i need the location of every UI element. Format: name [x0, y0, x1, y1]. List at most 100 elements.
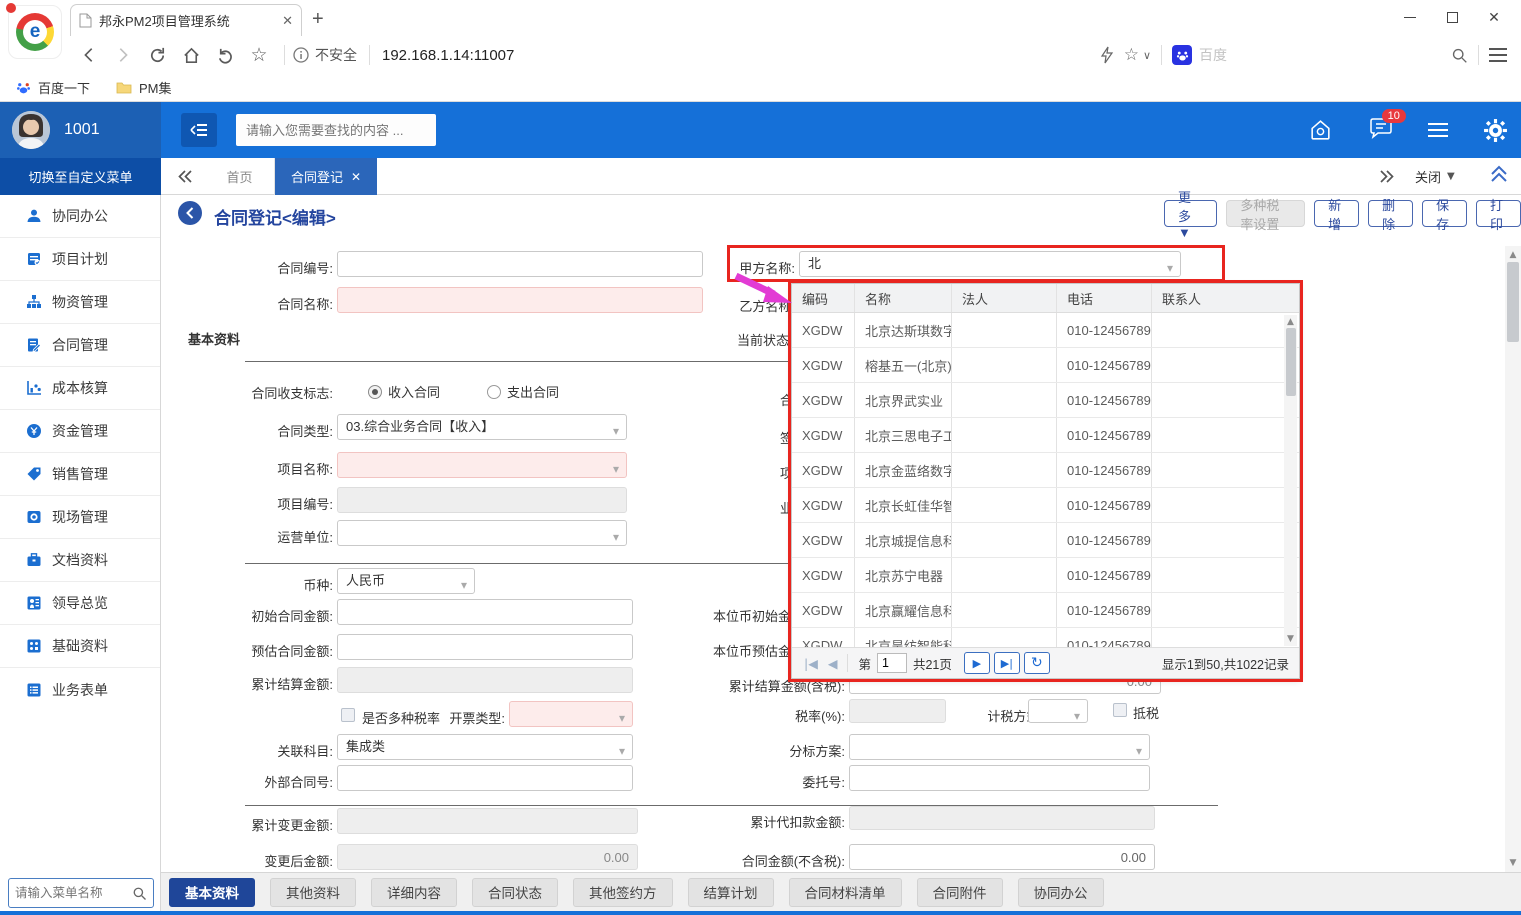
col-header-legal[interactable]: 法人 [951, 284, 1056, 312]
bottom-tab-status[interactable]: 合同状态 [472, 878, 558, 907]
home-icon[interactable] [174, 40, 208, 70]
messages-button[interactable]: 10 [1368, 117, 1394, 144]
bottom-tab-other-info[interactable]: 其他资料 [270, 878, 356, 907]
lookup-row[interactable]: XGDW北京界武实业010-124567896 [792, 383, 1299, 418]
portal-home-icon[interactable] [1308, 118, 1333, 143]
sidebar-item-contract[interactable]: 合同管理 [0, 324, 160, 367]
sidebar-item-material[interactable]: 物资管理 [0, 281, 160, 324]
collapse-icon[interactable] [1488, 162, 1518, 192]
baidu-label[interactable]: 百度 [1199, 45, 1227, 65]
sidebar-item-forms[interactable]: 业务表单 [0, 668, 160, 711]
lookup-row[interactable]: XGDW榕基五一(北京)信010-124567896 [792, 348, 1299, 383]
tabs-scroll-left-icon[interactable] [170, 158, 200, 195]
contract-type-select[interactable]: 03.综合业务合同【收入】 [337, 414, 627, 440]
lookup-scrollbar[interactable]: ▲ ▼ [1284, 315, 1297, 646]
bottom-tab-material-list[interactable]: 合同材料清单 [789, 878, 902, 907]
currency-select[interactable]: 人民币 [337, 568, 475, 594]
refresh-list-button[interactable]: ↻ [1024, 652, 1050, 674]
bottom-tab-basic[interactable]: 基本资料 [169, 878, 255, 907]
bookmark-baidu[interactable]: 百度一下 [16, 78, 90, 97]
consign-no-input[interactable] [849, 765, 1150, 791]
col-header-code[interactable]: 编码 [792, 284, 854, 312]
project-name-select[interactable] [337, 452, 627, 478]
radio-expense[interactable]: 支出合同 [487, 382, 559, 401]
star-dropdown-icon[interactable]: ∨ [1143, 49, 1151, 62]
deduct-checkbox[interactable] [1113, 703, 1127, 717]
split-plan-select[interactable] [849, 734, 1150, 760]
close-button[interactable]: ✕ [1473, 2, 1515, 32]
print-button[interactable]: 打印 [1476, 200, 1521, 227]
add-button[interactable]: 新增 [1314, 200, 1359, 227]
init-amount-input[interactable] [337, 599, 633, 625]
lookup-row[interactable]: XGDW北京长虹佳华智能010-124567896 [792, 488, 1299, 523]
lookup-row[interactable]: XGDW北京赢耀信息科技010-124567896 [792, 593, 1299, 628]
sidebar-item-fund[interactable]: 资金管理 [0, 410, 160, 453]
next-page-button[interactable]: ▶ [964, 652, 990, 674]
est-amount-input[interactable] [337, 634, 633, 660]
avatar[interactable] [12, 111, 50, 149]
new-tab-button[interactable]: + [312, 8, 324, 31]
radio-income[interactable]: 收入合同 [368, 382, 440, 401]
bottom-tab-detail[interactable]: 详细内容 [371, 878, 457, 907]
bottom-tab-settlement-plan[interactable]: 结算计划 [688, 878, 774, 907]
invoice-type-select[interactable] [509, 701, 633, 727]
tab-close-icon[interactable]: ✕ [351, 170, 361, 184]
favorite-star-icon[interactable]: ☆ [242, 40, 276, 70]
search-icon[interactable] [1451, 47, 1468, 64]
maximize-button[interactable] [1431, 2, 1473, 32]
switch-menu-button[interactable]: 切换至自定义菜单 [0, 158, 161, 195]
lookup-scroll-thumb[interactable] [1286, 328, 1296, 396]
lookup-row[interactable]: XGDW北京三思电子工程010-124567896 [792, 418, 1299, 453]
menu-search-icon[interactable] [132, 886, 147, 901]
page-input[interactable] [877, 653, 907, 673]
browser-menu-icon[interactable] [1489, 48, 1507, 62]
browser-logo[interactable]: e [8, 5, 62, 59]
col-header-contact[interactable]: 联系人 [1151, 284, 1282, 312]
amount-no-tax-input[interactable] [849, 844, 1155, 870]
last-page-button[interactable]: ▶| [994, 652, 1020, 674]
col-header-name[interactable]: 名称 [854, 284, 951, 312]
main-scrollbar[interactable]: ▲ ▼ [1505, 246, 1521, 872]
tab-close-icon[interactable]: ✕ [282, 13, 293, 29]
sidebar-item-site[interactable]: 现场管理 [0, 496, 160, 539]
close-tabs-dropdown[interactable]: 关闭 ▼ [1415, 158, 1455, 195]
main-scroll-thumb[interactable] [1507, 262, 1519, 342]
party-a-combo[interactable]: 北 [799, 251, 1181, 277]
tax-method-select[interactable] [1028, 699, 1088, 723]
sidebar-item-cost[interactable]: 成本核算 [0, 367, 160, 410]
back-icon[interactable] [72, 40, 106, 70]
scroll-down-icon[interactable]: ▼ [1284, 634, 1297, 644]
multi-tax-checkbox[interactable] [341, 708, 355, 722]
bookmark-star-icon[interactable]: ☆ [1124, 45, 1139, 65]
delete-button[interactable]: 删除 [1368, 200, 1413, 227]
sidebar-item-collab[interactable]: 协同办公 [0, 195, 160, 238]
lookup-row[interactable]: XGDW北京城提信息科技010-124567896 [792, 523, 1299, 558]
sidebar-item-plan[interactable]: 项目计划 [0, 238, 160, 281]
refresh-icon[interactable] [140, 40, 174, 70]
browser-tab[interactable]: 邦永PM2项目管理系统 ✕ [70, 4, 302, 36]
undo-icon[interactable] [208, 40, 242, 70]
bottom-tab-collab[interactable]: 协同办公 [1018, 878, 1104, 907]
contract-no-input[interactable] [337, 251, 703, 277]
lookup-row[interactable]: XGDW北京金蓝络数字科010-124567896 [792, 453, 1299, 488]
col-header-phone[interactable]: 电话 [1056, 284, 1151, 312]
tab-home[interactable]: 首页 [205, 158, 275, 195]
op-unit-select[interactable] [337, 520, 627, 546]
sidebar-item-basedata[interactable]: 基础资料 [0, 625, 160, 668]
tabs-scroll-right-icon[interactable] [1372, 158, 1402, 195]
ext-no-input[interactable] [337, 765, 633, 791]
lightning-icon[interactable] [1100, 46, 1114, 64]
user-block[interactable]: 1001 [0, 102, 161, 158]
back-circle-button[interactable] [178, 201, 202, 225]
lookup-row[interactable]: XGDW北京苏宁电器010-124567896 [792, 558, 1299, 593]
baidu-icon[interactable] [1172, 45, 1192, 65]
sidebar-item-docs[interactable]: 文档资料 [0, 539, 160, 582]
contract-name-input[interactable] [337, 287, 703, 313]
save-button[interactable]: 保存 [1422, 200, 1467, 227]
settings-gear-icon[interactable] [1483, 118, 1508, 143]
scroll-down-icon[interactable]: ▼ [1505, 858, 1521, 868]
more-button[interactable]: 更多▼ [1164, 200, 1217, 227]
lookup-row[interactable]: XGDW北京达斯琪数字科010-124567896 [792, 313, 1299, 348]
apps-menu-icon[interactable] [1428, 123, 1448, 137]
forward-icon[interactable] [106, 40, 140, 70]
